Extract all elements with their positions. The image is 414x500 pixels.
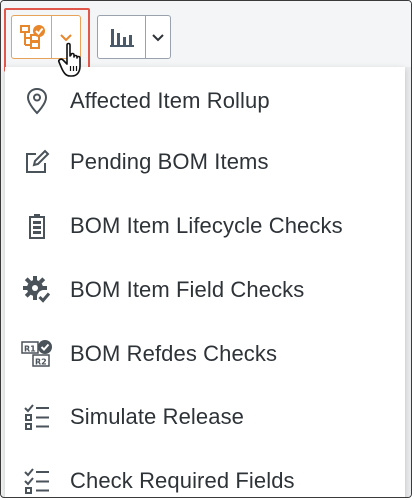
bar-chart-icon (109, 29, 134, 47)
battery-icon (21, 210, 53, 242)
menu-item-bom-item-lifecycle-checks[interactable]: BOM Item Lifecycle Checks (5, 194, 405, 258)
reports-dropdown-toggle[interactable] (146, 16, 170, 58)
checklist-icon (21, 465, 53, 497)
menu-item-label: BOM Refdes Checks (70, 341, 278, 366)
window-frame: Affected Item Rollup Pending BOM Items B… (0, 0, 412, 498)
menu-item-label: Check Required Fields (70, 468, 295, 493)
bom-checks-button[interactable] (12, 16, 52, 58)
checklist-icon (21, 401, 53, 433)
menu-item-label: BOM Item Lifecycle Checks (70, 213, 343, 238)
hand-pointer-cursor-icon (58, 42, 81, 77)
menu-item-label: Simulate Release (70, 404, 245, 429)
svg-text:R1: R1 (24, 345, 36, 354)
reports-split-button[interactable] (97, 15, 171, 59)
reports-button[interactable] (98, 16, 146, 58)
menu-item-bom-item-field-checks[interactable]: BOM Item Field Checks (5, 258, 405, 322)
dropdown-menu: Affected Item Rollup Pending BOM Items B… (5, 67, 405, 497)
menu-item-check-required-fields[interactable]: Check Required Fields (5, 449, 405, 497)
menu-item-simulate-release[interactable]: Simulate Release (5, 385, 405, 449)
refdes-check-icon: R1 R2 (21, 338, 53, 370)
menu-item-pending-bom-items[interactable]: Pending BOM Items (5, 130, 405, 194)
menu-item-label: Affected Item Rollup (70, 88, 270, 113)
menu-item-label: Pending BOM Items (70, 149, 269, 174)
location-pin-icon (21, 85, 53, 117)
bom-checks-icon (19, 25, 45, 49)
menu-item-label: BOM Item Field Checks (70, 277, 305, 302)
gear-check-icon (21, 274, 53, 306)
chevron-down-icon (152, 34, 164, 42)
svg-text:R2: R2 (35, 358, 47, 367)
edit-document-icon (21, 146, 53, 178)
menu-item-bom-refdes-checks[interactable]: R1 R2 BOM Refdes Checks (5, 322, 405, 386)
